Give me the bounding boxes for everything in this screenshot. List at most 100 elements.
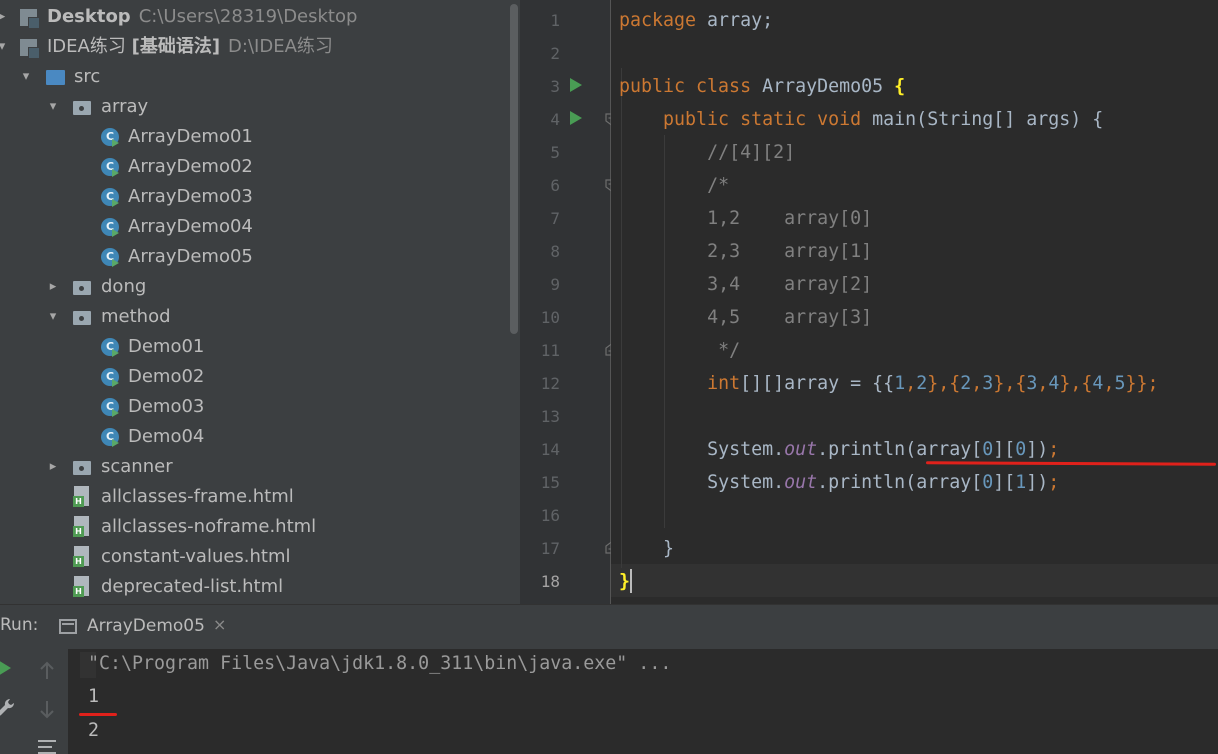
- java-class-icon: C: [101, 182, 123, 212]
- line-number: 7: [550, 209, 560, 228]
- chevron-right-icon[interactable]: ▸: [0, 2, 10, 32]
- tree-item-path: C:\Users\28319\Desktop: [138, 6, 358, 27]
- tree-item-label: deprecated-list.html: [101, 576, 284, 597]
- tree-item-label: ArrayDemo03: [128, 186, 253, 207]
- tree-item-path: D:\IDEA练习: [228, 36, 333, 57]
- tree-item-label: ArrayDemo05: [128, 246, 253, 267]
- chevron-down-icon[interactable]: ▾: [0, 32, 10, 62]
- java-class-icon: C: [101, 212, 123, 242]
- rerun-icon[interactable]: [0, 659, 12, 677]
- code-line-8: 2,3 array[1]: [707, 241, 873, 262]
- chevron-right-icon[interactable]: ▸: [45, 272, 61, 302]
- run-toolbar: [0, 649, 68, 754]
- html-file-icon: H: [73, 572, 93, 602]
- annotation-underline: [79, 713, 117, 716]
- tree-item-module-name: [基础语法]: [131, 36, 221, 57]
- text-caret: [630, 569, 632, 593]
- java-class-icon: C: [101, 392, 123, 422]
- tree-item-label: allclasses-noframe.html: [101, 516, 317, 537]
- tree-item-label: dong: [101, 276, 147, 297]
- code-line-11: */: [707, 340, 741, 361]
- code-line-1: package array;: [619, 10, 774, 31]
- line-number: 11: [540, 341, 560, 360]
- java-class-icon: C: [101, 242, 123, 272]
- java-class-icon: C: [101, 122, 123, 152]
- line-number: 3: [550, 77, 560, 96]
- close-icon[interactable]: ×: [213, 615, 226, 634]
- code-line-3: public class ArrayDemo05 {: [619, 76, 906, 97]
- code-line-18: }: [619, 571, 631, 592]
- tree-item-label: constant-values.html: [101, 546, 291, 567]
- package-icon: [73, 92, 93, 122]
- run-panel-label: Run:: [0, 615, 39, 635]
- project-tree-scrollbar[interactable]: [508, 0, 520, 604]
- html-file-icon: H: [73, 482, 93, 512]
- code-line-7: 1,2 array[0]: [707, 208, 873, 229]
- current-line-highlight: [611, 564, 1218, 597]
- line-number: 4: [550, 110, 560, 129]
- tree-item-label: ArrayDemo01: [128, 126, 253, 147]
- line-number: 1: [550, 11, 560, 30]
- line-number: 16: [540, 506, 560, 525]
- chevron-down-icon[interactable]: ▾: [45, 302, 61, 332]
- line-number: 6: [550, 176, 560, 195]
- wrench-icon[interactable]: [0, 697, 16, 717]
- source-folder-icon: [46, 62, 68, 92]
- java-class-icon: C: [101, 152, 123, 182]
- code-line-6: /*: [707, 175, 730, 196]
- line-number: 15: [540, 473, 560, 492]
- code-line-4: public static void main(String[] args) {: [663, 109, 1104, 130]
- chevron-down-icon[interactable]: ▾: [45, 92, 61, 122]
- down-arrow-icon[interactable]: [38, 699, 56, 719]
- up-arrow-icon[interactable]: [38, 661, 56, 681]
- tree-item-label: Demo01: [128, 336, 205, 357]
- code-line-10: 4,5 array[3]: [707, 307, 873, 328]
- module-icon: [20, 2, 40, 32]
- tree-item-label: src: [74, 66, 101, 87]
- run-tab-label: ArrayDemo05: [87, 616, 205, 636]
- code-editor[interactable]: package array; public class ArrayDemo05 …: [611, 0, 1218, 604]
- run-panel-header: Run: ArrayDemo05 ×: [0, 604, 1218, 649]
- java-class-icon: C: [101, 362, 123, 392]
- console-icon: [59, 619, 77, 634]
- line-number: 13: [540, 407, 560, 426]
- tree-item-label: scanner: [101, 456, 173, 477]
- html-file-icon: H: [73, 512, 93, 542]
- line-number: 17: [540, 539, 560, 558]
- soft-wrap-icon[interactable]: [36, 739, 58, 754]
- project-tree: ▸ Desktop C:\Users\28319\Desktop ▾ IDEA练习…: [0, 0, 508, 604]
- tree-item-label: allclasses-frame.html: [101, 486, 294, 507]
- package-icon: [73, 272, 93, 302]
- line-number: 2: [550, 44, 560, 63]
- package-icon: [73, 302, 93, 332]
- line-number-current: 18: [540, 572, 560, 591]
- tree-item-label: IDEA练习: [47, 36, 126, 57]
- tree-item-label: array: [101, 96, 149, 117]
- scrollbar-thumb[interactable]: [510, 4, 518, 334]
- run-main-icon[interactable]: [570, 111, 582, 125]
- tree-item-label: method: [101, 306, 171, 327]
- run-tab[interactable]: ArrayDemo05 ×: [50, 605, 226, 649]
- java-class-icon: C: [101, 332, 123, 362]
- editor-gutter[interactable]: 1 2 3 4 5 6 7 8 9 10 11 12 13 14 15 16 1…: [520, 0, 610, 604]
- java-class-icon: C: [101, 422, 123, 452]
- line-number: 12: [540, 374, 560, 393]
- tree-item-label: ArrayDemo04: [128, 216, 253, 237]
- line-number: 10: [540, 308, 560, 327]
- line-number: 9: [550, 275, 560, 294]
- run-class-icon[interactable]: [570, 78, 582, 92]
- tree-item-label: ArrayDemo02: [128, 156, 253, 177]
- package-icon: [73, 452, 93, 482]
- chevron-right-icon[interactable]: ▸: [45, 452, 61, 482]
- console-output-line: 1: [88, 686, 100, 707]
- line-number: 5: [550, 143, 560, 162]
- code-line-17: }: [663, 538, 675, 559]
- line-number: 8: [550, 242, 560, 261]
- code-line-5: //[4][2]: [707, 142, 796, 163]
- tree-item-label: Demo03: [128, 396, 205, 417]
- tree-item-label: Demo04: [128, 426, 205, 447]
- chevron-down-icon[interactable]: ▾: [18, 62, 34, 92]
- tree-item-label: Desktop: [47, 6, 131, 27]
- console-output-line: 2: [88, 720, 100, 741]
- tree-item-label: Demo02: [128, 366, 205, 387]
